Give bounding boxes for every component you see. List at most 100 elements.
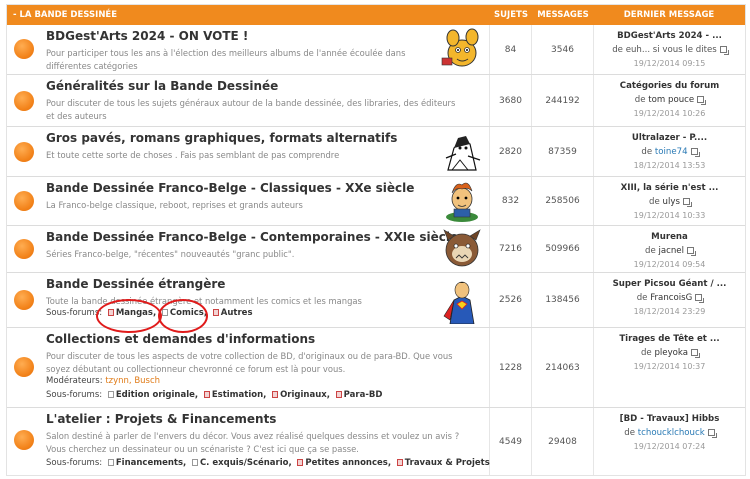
forum-title[interactable]: Bande Dessinée Franco-Belge - Contempora… bbox=[46, 230, 458, 244]
last-post-date: 18/12/2014 23:29 bbox=[633, 307, 706, 316]
topic-count: 2820 bbox=[490, 127, 532, 176]
forum-character-image bbox=[443, 229, 481, 267]
last-post-user[interactable]: pleyoka bbox=[654, 348, 688, 358]
forum-info: Collections et demandes d'informations P… bbox=[7, 328, 490, 407]
forum-status-icon bbox=[14, 39, 34, 59]
last-post: BDGest'Arts 2024 - ... de euh... si vous… bbox=[594, 25, 745, 74]
last-post-title[interactable]: BDGest'Arts 2024 - ... bbox=[594, 29, 745, 43]
topic-count: 3680 bbox=[490, 75, 532, 126]
subforum-icon bbox=[396, 459, 403, 466]
last-post-title[interactable]: [BD - Travaux] Hibbs bbox=[594, 412, 745, 426]
last-post-title[interactable]: Super Picsou Géant / ... bbox=[594, 277, 745, 291]
last-post-author: de FrancoisG bbox=[594, 291, 745, 305]
last-post: Ultralazer - P.... de toine74 18/12/2014… bbox=[594, 127, 745, 176]
forum-row: Bande Dessinée Franco-Belge - Classiques… bbox=[7, 177, 745, 226]
last-post-user[interactable]: tom pouce bbox=[648, 95, 694, 105]
forum-title[interactable]: Généralités sur la Bande Dessinée bbox=[46, 79, 278, 93]
forum-status-icon bbox=[14, 191, 34, 211]
goto-post-icon[interactable] bbox=[687, 247, 696, 256]
last-post-date: 19/12/2014 10:37 bbox=[633, 362, 706, 371]
last-post: XIII, la série n'est ... de ulys 19/12/2… bbox=[594, 177, 745, 225]
last-post-title[interactable]: Murena bbox=[594, 230, 745, 244]
last-post: Tirages de Tête et ... de pleyoka 19/12/… bbox=[594, 328, 745, 407]
category-title[interactable]: - LA BANDE DESSINÉE bbox=[7, 10, 490, 20]
forum-title[interactable]: Gros pavés, romans graphiques, formats a… bbox=[46, 131, 397, 145]
last-post-title[interactable]: Tirages de Tête et ... bbox=[594, 332, 745, 346]
forum-row: Gros pavés, romans graphiques, formats a… bbox=[7, 127, 745, 177]
last-post-date: 19/12/2014 07:24 bbox=[633, 442, 706, 451]
message-count: 29408 bbox=[532, 408, 594, 475]
forum-title[interactable]: Bande Dessinée Franco-Belge - Classiques… bbox=[46, 181, 414, 195]
goto-post-icon[interactable] bbox=[719, 46, 729, 55]
last-post-title[interactable]: Catégories du forum bbox=[594, 79, 745, 93]
goto-post-icon[interactable] bbox=[697, 96, 707, 105]
last-post-user[interactable]: ulys bbox=[663, 197, 680, 207]
last-post-author: de ulys bbox=[594, 195, 745, 209]
message-count: 244192 bbox=[532, 75, 594, 126]
goto-post-icon[interactable] bbox=[707, 429, 717, 438]
column-header-messages: MESSAGES bbox=[537, 10, 589, 20]
category-header: - LA BANDE DESSINÉE SUJETS MESSAGES DERN… bbox=[7, 5, 745, 25]
topic-count: 7216 bbox=[490, 226, 532, 272]
last-post-user[interactable]: toine74 bbox=[655, 147, 688, 157]
last-post: Murena de jacnel 19/12/2014 09:54 bbox=[594, 226, 745, 272]
forum-status-icon bbox=[14, 357, 34, 377]
last-post-user[interactable]: jacnel bbox=[658, 246, 684, 256]
subforum-link-autres[interactable]: Autres bbox=[212, 308, 253, 318]
highlight-circle-mangas bbox=[96, 299, 162, 333]
goto-post-icon[interactable] bbox=[695, 294, 705, 303]
subforum-icon bbox=[203, 391, 210, 398]
subforum-link-edition-originale[interactable]: Edition originale, bbox=[107, 390, 198, 400]
goto-post-icon[interactable] bbox=[691, 349, 701, 358]
last-post-date: 18/12/2014 13:53 bbox=[633, 161, 706, 170]
last-post-author: de tchoucklchouck bbox=[594, 426, 745, 440]
last-post-prefix: de bbox=[641, 147, 653, 157]
forum-info: Bande Dessinée Franco-Belge - Classiques… bbox=[7, 177, 490, 225]
last-post-author: de jacnel bbox=[594, 244, 745, 258]
subforum-link-travaux-projets[interactable]: Travaux & Projets bbox=[396, 458, 490, 468]
last-post-user[interactable]: FrancoisG bbox=[650, 293, 692, 303]
last-post-title[interactable]: Ultralazer - P.... bbox=[594, 131, 745, 145]
forum-character-image bbox=[443, 281, 475, 324]
subforums-list: Sous-forums: Edition originale, Estimati… bbox=[46, 390, 382, 400]
forum-row: BDGest'Arts 2024 - ON VOTE ! Pour partic… bbox=[7, 25, 745, 75]
last-post-author-text: de euh... si vous le dites bbox=[612, 45, 717, 55]
subforum-label: C. exquis/Scénario, bbox=[199, 458, 292, 468]
subforums-label: Sous-forums: bbox=[46, 308, 103, 318]
forum-title[interactable]: L'atelier : Projets & Financements bbox=[46, 412, 276, 426]
last-post-prefix: de bbox=[624, 428, 636, 438]
topic-count: 1228 bbox=[490, 328, 532, 407]
subforum-icon bbox=[107, 459, 114, 466]
subforum-link-originaux[interactable]: Originaux, bbox=[272, 390, 330, 400]
highlight-circle-comics bbox=[158, 299, 208, 333]
moderators: Modérateurs: tzynn, Busch bbox=[46, 376, 160, 386]
last-post-date: 19/12/2014 09:15 bbox=[633, 59, 706, 68]
subforum-link-financements[interactable]: Financements, bbox=[107, 458, 186, 468]
last-post-user[interactable]: tchoucklchouck bbox=[638, 428, 705, 438]
forum-title[interactable]: BDGest'Arts 2024 - ON VOTE ! bbox=[46, 29, 248, 43]
forum-info: Généralités sur la Bande Dessinée Pour d… bbox=[7, 75, 490, 126]
topic-count: 2526 bbox=[490, 273, 532, 327]
last-post-author: de euh... si vous le dites bbox=[594, 43, 745, 57]
subforum-link-para-bd[interactable]: Para-BD bbox=[335, 390, 382, 400]
subforum-link-petites-annonces[interactable]: Petites annonces, bbox=[297, 458, 391, 468]
moderator-links[interactable]: tzynn, Busch bbox=[105, 376, 160, 386]
last-post-date: 19/12/2014 09:54 bbox=[633, 260, 706, 269]
forum-row: L'atelier : Projets & Financements Salon… bbox=[7, 408, 745, 475]
message-count: 509966 bbox=[532, 226, 594, 272]
forum-status-icon bbox=[14, 142, 34, 162]
goto-post-icon[interactable] bbox=[682, 198, 692, 207]
forum-title[interactable]: Bande Dessinée étrangère bbox=[46, 277, 225, 291]
forum-info: BDGest'Arts 2024 - ON VOTE ! Pour partic… bbox=[7, 25, 490, 74]
forum-title[interactable]: Collections et demandes d'informations bbox=[46, 332, 315, 346]
forum-character-image bbox=[440, 130, 484, 174]
subforum-link-cadavre-exquis[interactable]: C. exquis/Scénario, bbox=[191, 458, 292, 468]
last-post-author: de tom pouce bbox=[594, 93, 745, 107]
subforum-icon bbox=[212, 309, 219, 316]
last-post-title[interactable]: XIII, la série n'est ... bbox=[594, 181, 745, 195]
goto-post-icon[interactable] bbox=[690, 148, 700, 157]
last-post: [BD - Travaux] Hibbs de tchoucklchouck 1… bbox=[594, 408, 745, 475]
subforum-link-estimation[interactable]: Estimation, bbox=[203, 390, 266, 400]
subforums-label: Sous-forums: bbox=[46, 390, 103, 400]
last-post-author: de toine74 bbox=[594, 145, 745, 159]
